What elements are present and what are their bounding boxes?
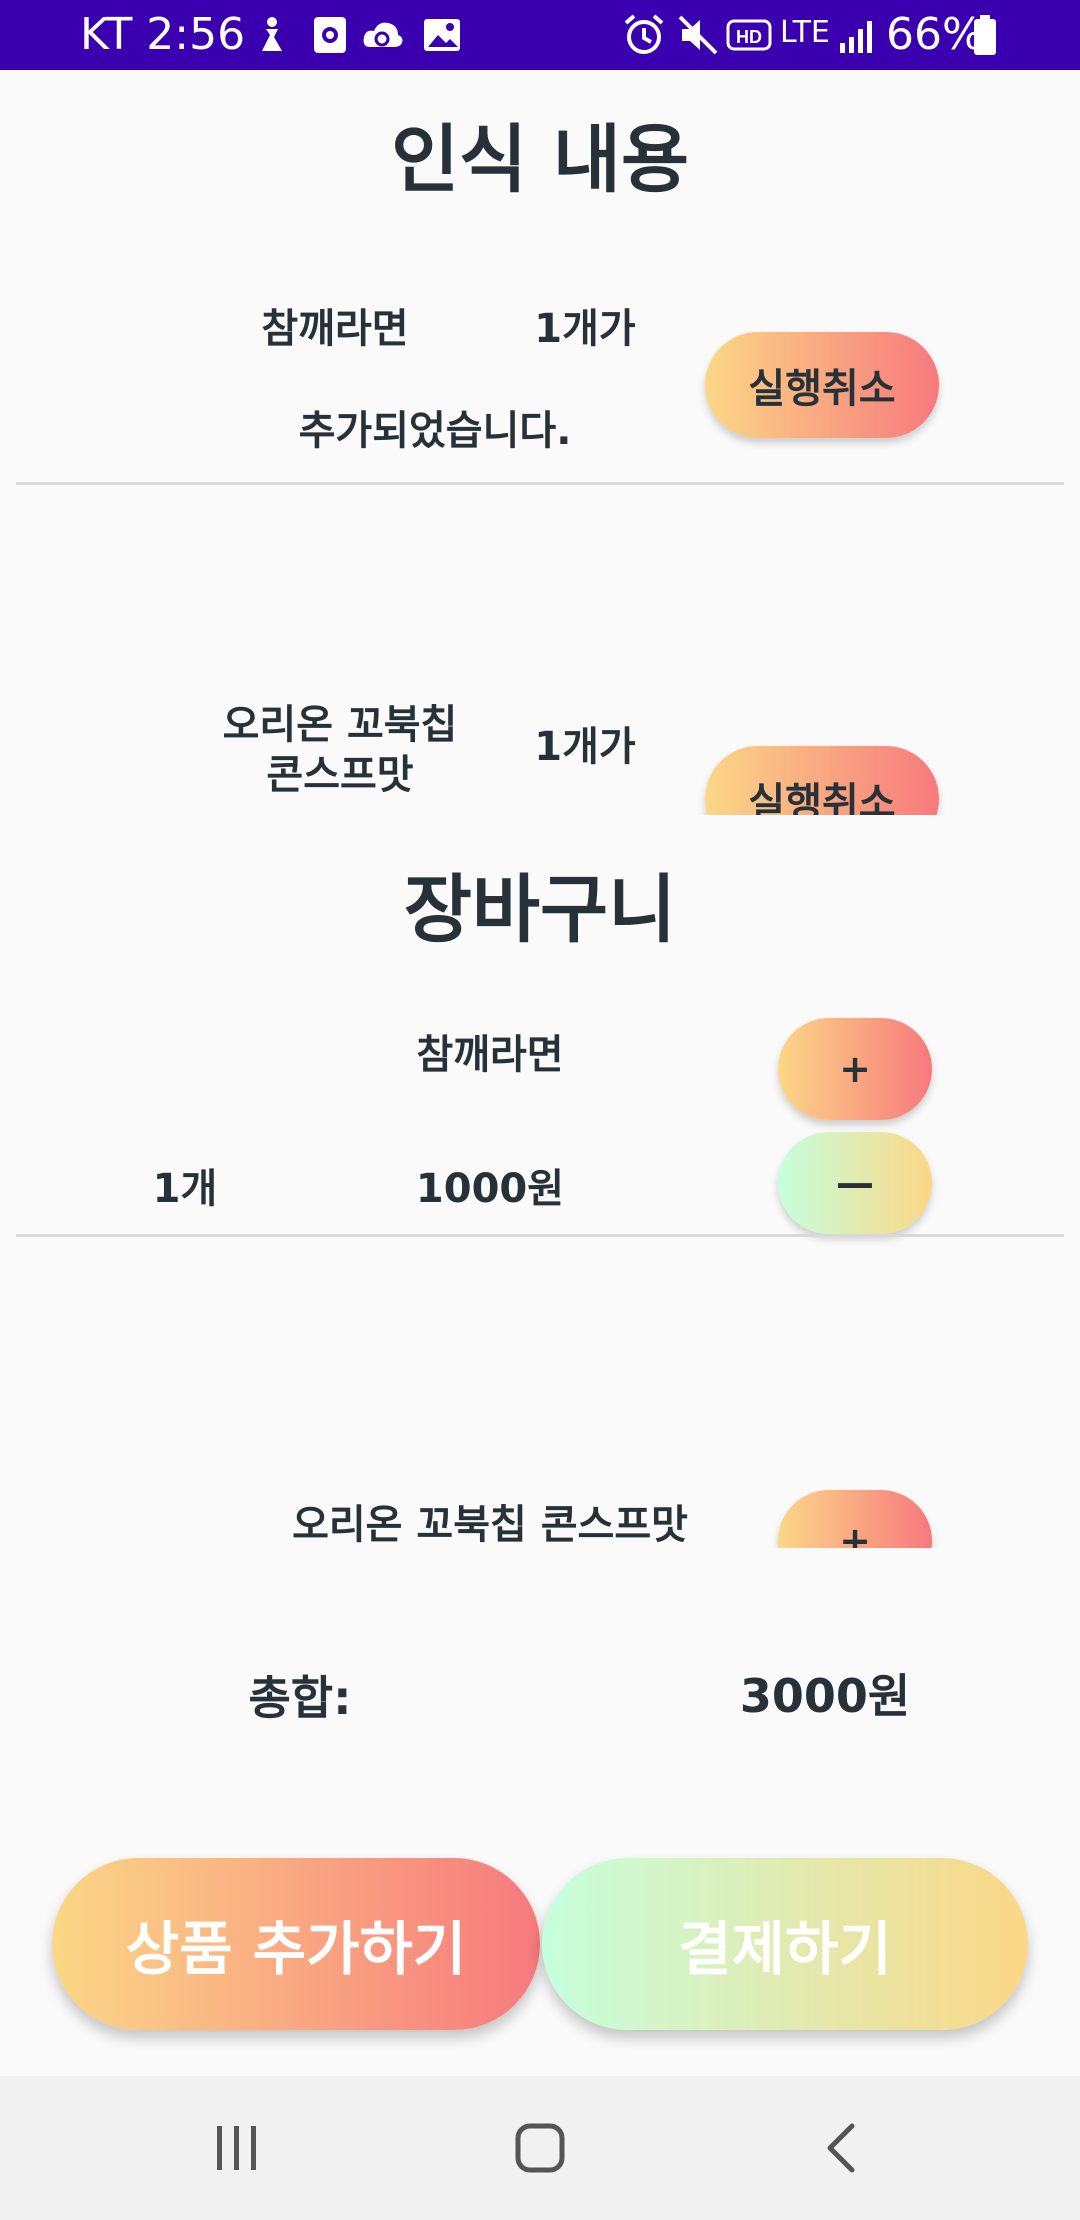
svg-text:HD: HD [736,27,762,47]
recognition-item-message: 추가되었습니다. [298,408,572,454]
quantity-decrease-button[interactable]: — [778,1132,932,1234]
cart-title: 장바구니 [403,867,677,953]
undo-button[interactable]: 실행취소 [705,332,939,438]
cart-item-price: 1000원 [415,1166,565,1212]
cart-item-qty: 1개 [152,1166,218,1212]
cloud-sync-icon [363,22,403,47]
recognition-item-name: 참깨라면 [261,306,409,352]
recognition-list[interactable]: 참깨라면 1개가 추가되었습니다. 실행취소 오리온 꼬북칩 콘스프맛 1개가 … [0,290,1080,815]
battery-icon [974,15,996,55]
add-product-button[interactable]: 상품 추가하기 [52,1858,540,2030]
status-bar: KT 2:56 HD LTE 66% [0,0,1080,70]
signal-icon [840,21,872,53]
recognition-item-name: 오리온 꼬북칩 콘스프맛 [222,702,458,798]
network-type: LTE [780,15,830,50]
alarm-icon [624,14,664,54]
gallery-icon [424,19,460,51]
screen-recorder-icon [314,17,346,53]
quantity-increase-button[interactable]: + [778,1018,932,1120]
recent-apps-icon[interactable] [212,2120,262,2176]
quantity-increase-button[interactable]: + [778,1490,932,1548]
total-value: 3000원 [739,1669,911,1723]
cart-list[interactable]: 참깨라면 + 1개 1000원 — 오리온 꼬북칩 콘스프맛 + [0,1000,1080,1548]
status-carrier-time: KT 2:56 [80,9,246,60]
undo-button[interactable]: 실행취소 [705,746,939,815]
checkout-button[interactable]: 결제하기 [542,1858,1028,2030]
navigation-bar [0,2076,1080,2220]
divider [16,482,1064,485]
accessibility-icon [262,17,282,51]
mute-icon [678,15,718,55]
recognition-item-qty: 1개가 [534,306,636,352]
back-icon[interactable] [820,2120,864,2176]
cart-item-name: 오리온 꼬북칩 콘스프맛 [292,1502,688,1548]
hd-voice-icon: HD [726,19,772,51]
divider [16,1234,1064,1237]
total-label: 총합: [248,1671,352,1725]
cart-item-name: 참깨라면 [416,1032,564,1078]
recognition-item-qty: 1개가 [534,724,636,770]
home-icon[interactable] [512,2120,568,2176]
recognition-title: 인식 내용 [390,117,690,203]
